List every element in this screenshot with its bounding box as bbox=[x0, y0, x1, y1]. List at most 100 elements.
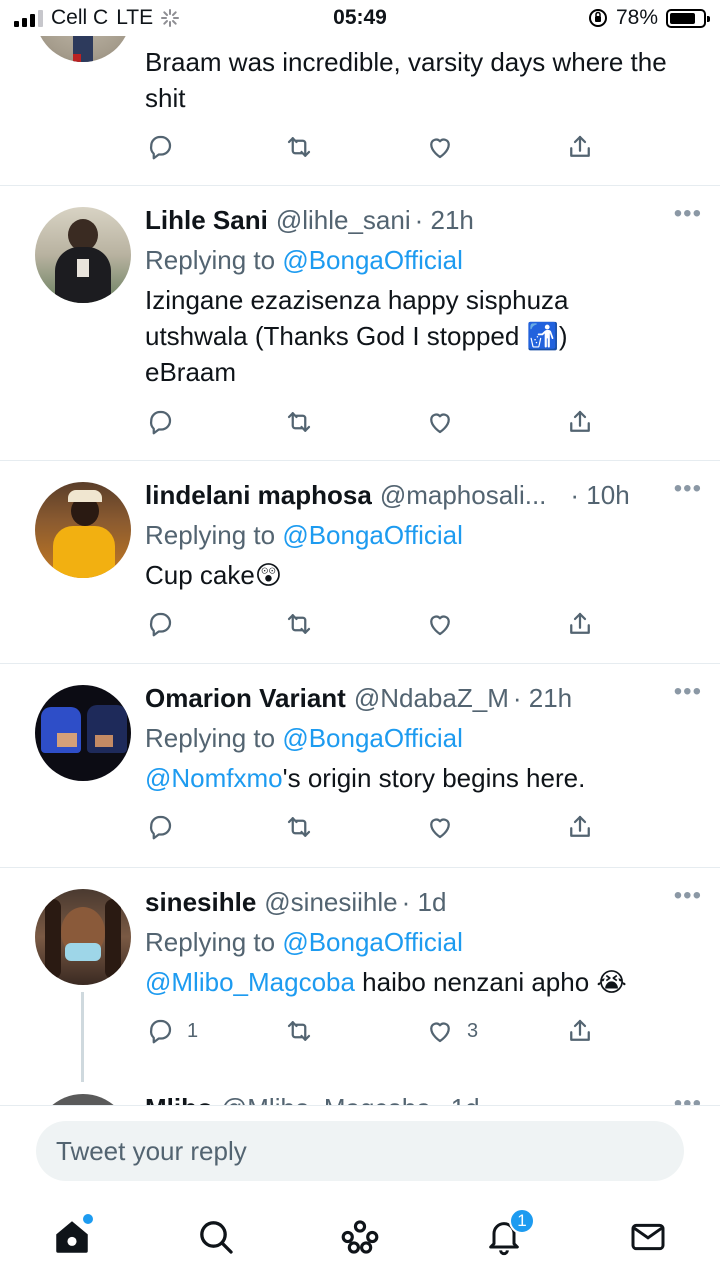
tweet[interactable]: ••• lindelani maphosa @maphosali... · 10… bbox=[0, 461, 720, 664]
avatar[interactable] bbox=[35, 889, 131, 985]
avatar[interactable] bbox=[35, 207, 131, 303]
user-mention[interactable]: @Mlibo_Magcoba bbox=[145, 967, 355, 997]
reply-icon bbox=[149, 815, 172, 840]
reply-button[interactable] bbox=[145, 407, 175, 437]
spaces-icon bbox=[341, 1220, 379, 1254]
heart-icon bbox=[430, 818, 450, 839]
reply-icon bbox=[149, 1019, 172, 1044]
tweet-header: Mlibo @Mlibo_Magcoba · 1d bbox=[145, 1090, 696, 1105]
replies-feed[interactable]: Braam was incredible, varsity days where… bbox=[0, 0, 720, 1105]
retweet-button[interactable] bbox=[284, 812, 314, 842]
display-name[interactable]: lindelani maphosa bbox=[145, 477, 372, 513]
tweet-header: sinesihle @sinesiihle · 1d bbox=[145, 884, 696, 920]
avatar[interactable] bbox=[35, 685, 131, 781]
timestamp[interactable]: · 1d bbox=[435, 1090, 480, 1105]
share-icon bbox=[570, 1019, 590, 1041]
username[interactable]: @sinesiihle bbox=[264, 884, 397, 920]
battery-icon bbox=[666, 8, 710, 28]
status-bar: Cell C LTE 05:49 78% bbox=[0, 0, 720, 36]
reply-icon bbox=[149, 410, 172, 435]
tweet-actions bbox=[145, 812, 605, 846]
tweet[interactable]: ••• Mlibo @Mlibo_Magcoba · 1d bbox=[0, 1090, 720, 1105]
heart-icon bbox=[430, 615, 450, 636]
battery-percent: 78% bbox=[615, 6, 658, 29]
reply-button[interactable]: 1 bbox=[145, 1016, 198, 1046]
reply-button[interactable] bbox=[145, 609, 175, 639]
tweet-text: @Nomfxmo's origin story begins here. bbox=[145, 760, 696, 796]
heart-icon bbox=[430, 138, 450, 159]
like-count: 3 bbox=[467, 1019, 479, 1042]
display-name[interactable]: Mlibo bbox=[145, 1090, 213, 1105]
retweet-button[interactable] bbox=[284, 1016, 314, 1046]
tab-messages[interactable] bbox=[623, 1212, 673, 1262]
retweet-icon bbox=[287, 412, 311, 432]
display-name[interactable]: Omarion Variant bbox=[145, 680, 346, 716]
reply-button[interactable] bbox=[145, 132, 175, 162]
tweet-actions bbox=[145, 609, 605, 643]
notifications-badge: 1 bbox=[509, 1208, 535, 1234]
display-name[interactable]: Lihle Sani bbox=[145, 202, 268, 238]
tweet-text-part: haibo nenzani apho 😭 bbox=[354, 967, 627, 997]
search-icon bbox=[200, 1221, 233, 1254]
retweet-icon bbox=[287, 614, 311, 634]
tweet[interactable]: ••• Omarion Variant @NdabaZ_M · 21h Repl… bbox=[0, 664, 720, 868]
tweet-text: Cup cake😲 bbox=[145, 560, 282, 590]
share-button[interactable] bbox=[565, 1016, 595, 1046]
display-name[interactable]: sinesihle bbox=[145, 884, 256, 920]
tweet-text: Braam was incredible, varsity days where… bbox=[145, 47, 667, 113]
thread-connector-line bbox=[81, 992, 84, 1082]
retweet-button[interactable] bbox=[284, 132, 314, 162]
reply-count: 1 bbox=[187, 1019, 199, 1042]
username[interactable]: @NdabaZ_M bbox=[354, 680, 509, 716]
retweet-button[interactable] bbox=[284, 407, 314, 437]
timestamp[interactable]: · 10h bbox=[570, 477, 629, 513]
timestamp[interactable]: · 1d bbox=[402, 884, 447, 920]
share-button[interactable] bbox=[565, 132, 595, 162]
tab-home[interactable] bbox=[47, 1212, 97, 1262]
tab-spaces[interactable] bbox=[335, 1212, 385, 1262]
replying-to: Replying to @BongaOfficial bbox=[145, 720, 696, 756]
like-button[interactable] bbox=[425, 407, 455, 437]
timestamp[interactable]: · 21h bbox=[415, 202, 474, 238]
replying-to-mention[interactable]: @BongaOfficial bbox=[282, 520, 463, 550]
tweet-header: Omarion Variant @NdabaZ_M · 21h bbox=[145, 680, 696, 716]
retweet-button[interactable] bbox=[284, 609, 314, 639]
like-button[interactable] bbox=[425, 812, 455, 842]
heart-icon bbox=[430, 1022, 450, 1043]
tweet-actions bbox=[145, 407, 605, 441]
mail-icon bbox=[631, 1223, 665, 1251]
replying-to-label: Replying to bbox=[145, 927, 276, 957]
share-icon bbox=[570, 815, 590, 837]
replying-to-mention[interactable]: @BongaOfficial bbox=[282, 927, 463, 957]
like-button[interactable] bbox=[425, 132, 455, 162]
username[interactable]: @lihle_sani bbox=[276, 202, 411, 238]
user-mention[interactable]: @Nomfxmo bbox=[145, 763, 283, 793]
tab-search[interactable] bbox=[191, 1212, 241, 1262]
tweet[interactable]: ••• Lihle Sani @lihle_sani · 21h Replyin… bbox=[0, 186, 720, 461]
tweet[interactable]: ••• sinesihle @sinesiihle · 1d Replying … bbox=[0, 868, 720, 1105]
share-icon bbox=[570, 135, 590, 157]
replying-to-label: Replying to bbox=[145, 245, 276, 275]
username[interactable]: @maphosali... bbox=[380, 477, 547, 513]
retweet-icon bbox=[287, 1021, 311, 1041]
replying-to-mention[interactable]: @BongaOfficial bbox=[282, 723, 463, 753]
username[interactable]: @Mlibo_Magcoba bbox=[221, 1090, 431, 1105]
reply-input[interactable]: Tweet your reply bbox=[36, 1121, 684, 1181]
replying-to: Replying to @BongaOfficial bbox=[145, 924, 696, 960]
share-button[interactable] bbox=[565, 407, 595, 437]
like-button[interactable]: 3 bbox=[425, 1016, 478, 1046]
like-button[interactable] bbox=[425, 609, 455, 639]
tab-notifications[interactable]: 1 bbox=[479, 1208, 535, 1262]
avatar[interactable] bbox=[35, 1094, 131, 1105]
reply-button[interactable] bbox=[145, 812, 175, 842]
share-button[interactable] bbox=[565, 812, 595, 842]
tweet-header: lindelani maphosa @maphosali... · 10h bbox=[145, 477, 696, 513]
replying-to-label: Replying to bbox=[145, 520, 276, 550]
heart-icon bbox=[430, 413, 450, 434]
share-button[interactable] bbox=[565, 609, 595, 639]
retweet-icon bbox=[287, 817, 311, 837]
replying-to-mention[interactable]: @BongaOfficial bbox=[282, 245, 463, 275]
replying-to: Replying to @BongaOfficial bbox=[145, 517, 696, 553]
timestamp[interactable]: · 21h bbox=[513, 680, 572, 716]
avatar[interactable] bbox=[35, 482, 131, 578]
